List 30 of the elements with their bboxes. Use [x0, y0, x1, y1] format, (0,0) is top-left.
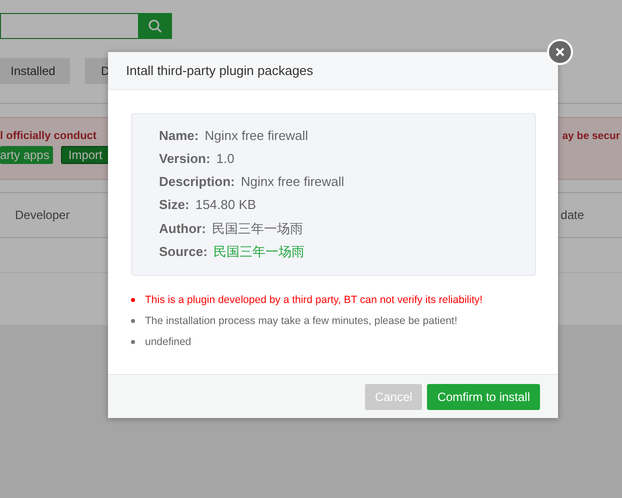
- column-header: Developer: [14, 208, 70, 222]
- alert-button[interactable]: Import: [61, 146, 110, 164]
- field-value: Nginx free firewall: [240, 174, 344, 189]
- confirm-button[interactable]: Comfirm to install: [427, 384, 540, 410]
- bullet-icon: [131, 340, 135, 344]
- field-value: Nginx free firewall: [204, 128, 308, 143]
- bullet-icon: [131, 298, 135, 302]
- field-label: Source:: [159, 244, 208, 259]
- field-label: Description:: [159, 174, 235, 189]
- field-value: 1.0: [216, 151, 234, 166]
- field-value: 154.80 KB: [195, 197, 256, 212]
- dialog-title: Intall third-party plugin packages: [126, 63, 314, 78]
- alert-text: ay be secur: [562, 130, 621, 144]
- note-text: This is a plugin developed by a third party, BT can not verify its reliability!: [145, 294, 483, 306]
- bullet-icon: [131, 319, 135, 323]
- field-label: Name:: [159, 128, 199, 143]
- alert-text: l officially conduct: [0, 130, 98, 142]
- alert-button[interactable]: arty apps: [0, 146, 54, 164]
- field-label: Size:: [159, 197, 190, 212]
- search-button[interactable]: [138, 13, 172, 39]
- note-text: undefined: [145, 336, 192, 348]
- search-field[interactable]: [0, 13, 138, 39]
- field-label: Version:: [159, 151, 210, 166]
- column-header: date: [560, 208, 585, 222]
- search-icon: [148, 19, 162, 33]
- note-text: The installation process may take a few minutes, please be patient!: [145, 315, 458, 327]
- field-value: 民国三年一场雨: [212, 220, 303, 238]
- tab[interactable]: Installed: [0, 58, 70, 84]
- field-label: Author:: [159, 221, 206, 236]
- source-link[interactable]: 民国三年一场雨: [213, 243, 304, 261]
